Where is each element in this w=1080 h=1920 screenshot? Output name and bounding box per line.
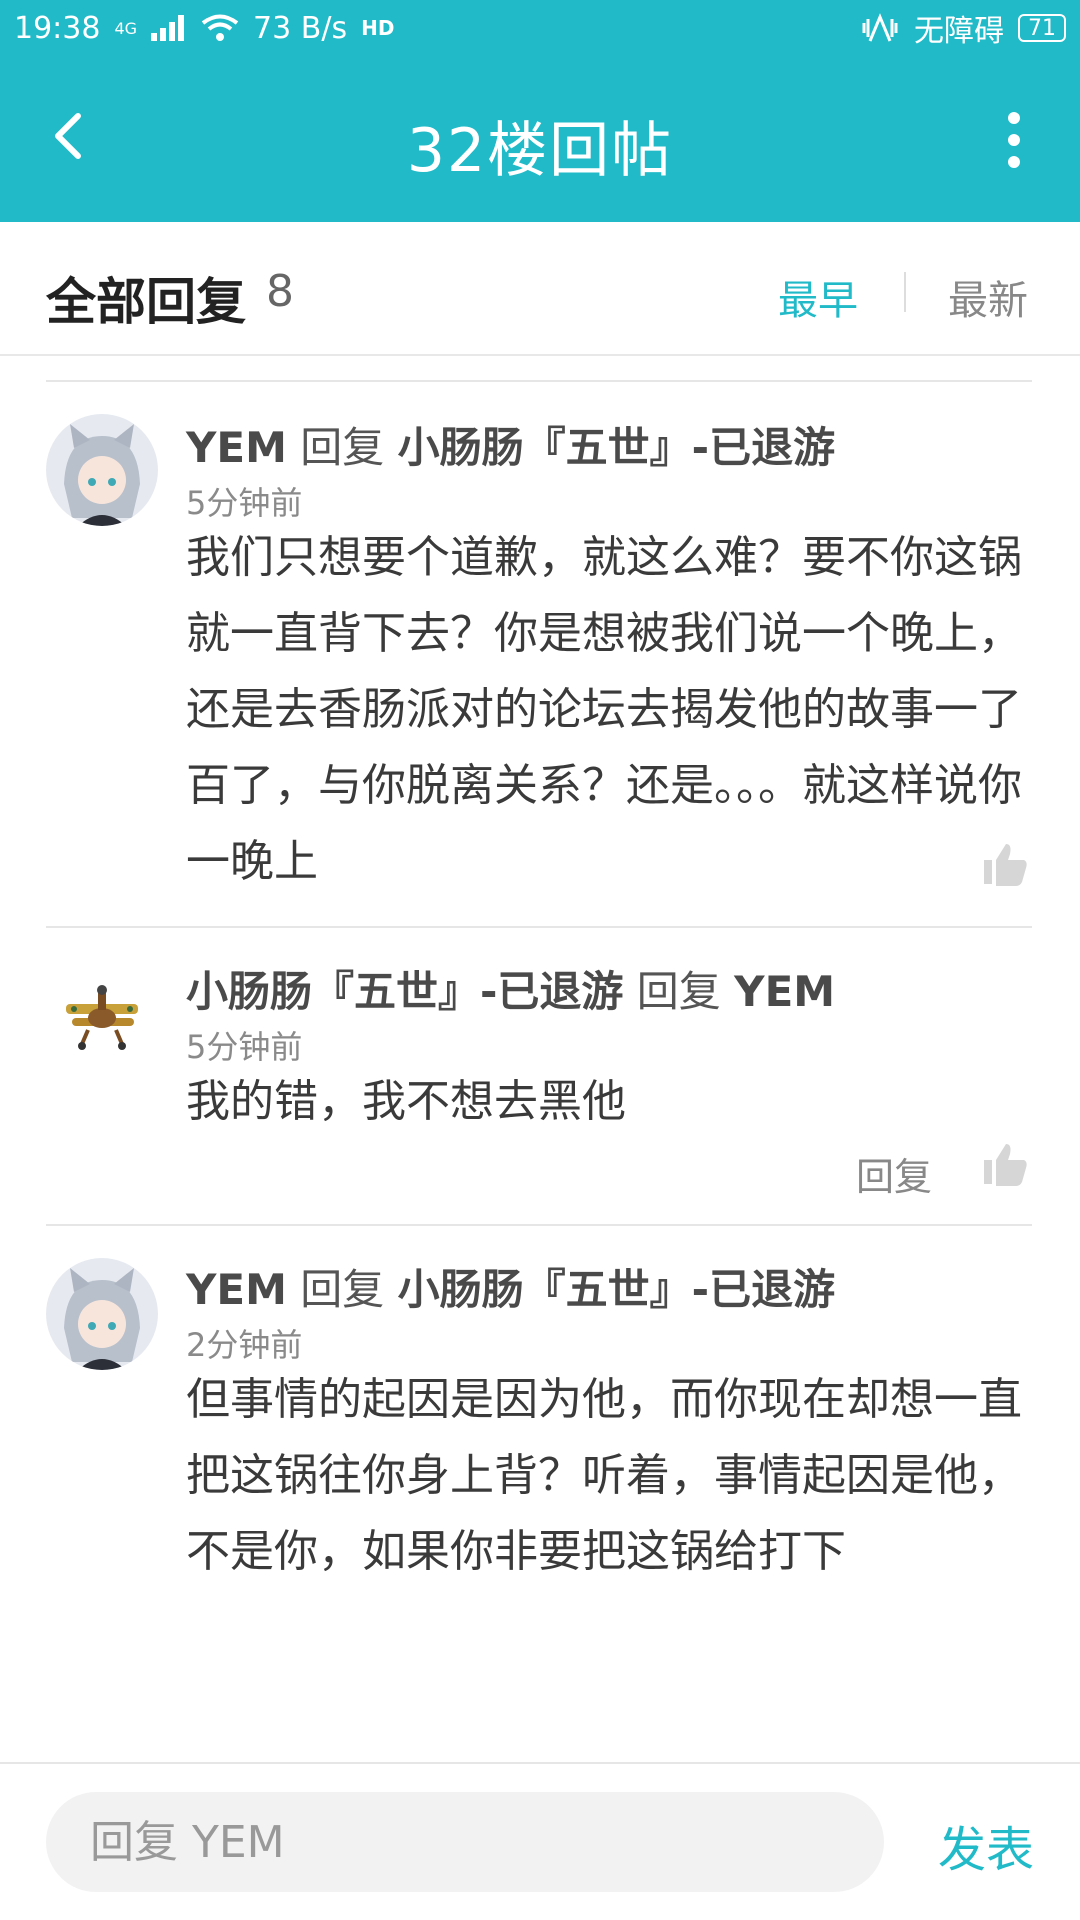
battery-level: 71 [1028, 15, 1056, 41]
all-replies-title: 全部回复 [46, 273, 246, 331]
network-speed: 73 B/s [253, 10, 348, 46]
sort-divider [904, 272, 906, 312]
reply-header: YEM 回复 小肠肠『五世』-已退游 [186, 1256, 835, 1317]
reply-header: YEM 回复 小肠肠『五世』-已退游 [186, 414, 835, 475]
author-name[interactable]: YEM [186, 1265, 287, 1314]
accessibility-icon [862, 13, 898, 42]
more-vertical-icon[interactable] [1002, 108, 1026, 172]
reply-word: 回复 [636, 967, 721, 1016]
reply-time: 5分钟前 [186, 484, 303, 522]
status-time: 19:38 [14, 10, 101, 46]
avatar[interactable] [46, 1258, 158, 1370]
divider [46, 1224, 1032, 1226]
sort-earliest-tab[interactable]: 最早 [778, 268, 858, 326]
reply-text: 我们只想要个道歉，就这么难？要不你这锅就一直背下去？你是想被我们说一个晚上，还是… [186, 532, 1022, 887]
replies-list[interactable]: YEM 回复 小肠肠『五世』-已退游 5分钟前 我们只想要个道歉，就这么难？要不… [0, 358, 1080, 1762]
reply-word: 回复 [300, 1265, 385, 1314]
hd-voice-icon: HD [361, 16, 395, 40]
thumbs-up-icon[interactable] [982, 1140, 1030, 1188]
status-bar: 19:38 4G 73 B/s HD 无障碍 71 [0, 0, 1080, 56]
replies-header: 全部回复 8 最早 最新 [0, 222, 1080, 356]
divider [46, 926, 1032, 928]
reply-time: 5分钟前 [186, 1028, 303, 1066]
network-type: 4G [114, 18, 138, 38]
reply-word: 回复 [300, 423, 385, 472]
reply-target-name[interactable]: 小肠肠『五世』-已退游 [398, 1265, 835, 1314]
avatar[interactable] [46, 414, 158, 526]
author-name[interactable]: YEM [186, 423, 287, 472]
thumbs-up-icon[interactable] [982, 840, 1030, 888]
wifi-icon [201, 14, 239, 41]
reply-target-name[interactable]: 小肠肠『五世』-已退游 [398, 423, 835, 472]
avatar[interactable] [46, 960, 158, 1072]
reply-input[interactable] [46, 1792, 884, 1892]
sort-latest-tab[interactable]: 最新 [948, 268, 1028, 326]
reply-composer: 发表 [0, 1762, 1080, 1920]
reply-text: 我的错，我不想去黑他 [186, 1076, 626, 1127]
send-button[interactable]: 发表 [938, 1810, 1034, 1880]
reply-header: 小肠肠『五世』-已退游 回复 YEM [186, 958, 835, 1019]
reply-target-name[interactable]: YEM [734, 967, 835, 1016]
reply-time: 2分钟前 [186, 1326, 303, 1364]
signal-icon [151, 15, 187, 41]
author-name[interactable]: 小肠肠『五世』-已退游 [186, 967, 623, 1016]
accessibility-label: 无障碍 [914, 14, 1004, 49]
divider [46, 380, 1032, 382]
reply-button[interactable]: 回复 [856, 1146, 932, 1201]
reply-text: 但事情的起因是因为他，而你现在却想一直把这锅往你身上背？听着，事情起因是他，不是… [186, 1374, 1022, 1577]
replies-count: 8 [266, 266, 294, 317]
app-bar: 32楼回帖 [0, 56, 1080, 222]
battery-icon: 71 [1018, 14, 1066, 42]
page-title: 32楼回帖 [406, 116, 674, 186]
